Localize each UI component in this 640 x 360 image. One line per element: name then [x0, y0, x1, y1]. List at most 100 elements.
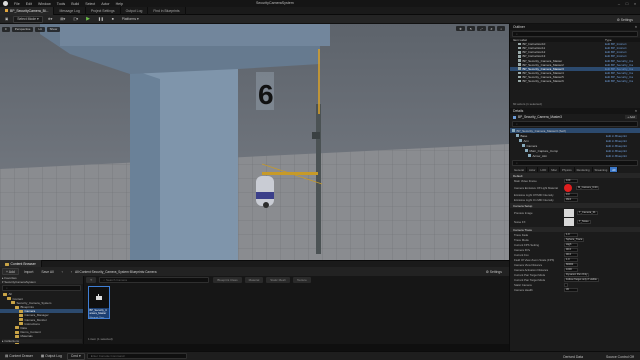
texture-thumbnail[interactable] — [564, 208, 574, 217]
edit-in-blueprint-link[interactable]: Edit in Blueprint — [606, 139, 627, 143]
edit-in-blueprint-link[interactable]: Edit in Blueprint — [606, 144, 627, 148]
menu-actor[interactable]: Actor — [101, 2, 109, 6]
components-search-input[interactable]: ⌕ — [512, 121, 638, 127]
lit-button[interactable]: Lit — [35, 26, 45, 32]
property-value-field[interactable]: M_Camera_Unlit — [576, 185, 600, 190]
property-value-field[interactable]: 90.0 — [564, 247, 578, 252]
category-tab[interactable]: Streaming — [593, 167, 611, 172]
show-button[interactable]: Show — [46, 26, 61, 32]
viewport-options-icon[interactable]: ≡ — [2, 26, 10, 32]
close-icon[interactable]: × — [631, 1, 639, 7]
project-root-header[interactable]: ▾ SecurityCameraSystem — [0, 280, 83, 285]
maximize-icon[interactable]: □ — [623, 1, 631, 7]
outliner-row-type[interactable]: Edit BP_Security_Ca — [605, 79, 633, 83]
breadcrumb-item[interactable]: Blueprints — [130, 270, 144, 274]
select-mode-dropdown[interactable]: Select Mode ▾ — [13, 15, 43, 23]
tab-level[interactable]: BP_SecurityCamera_Bl... — [0, 6, 55, 15]
property-value-field[interactable]: 100 — [564, 178, 578, 183]
property-value-field[interactable]: High — [564, 242, 578, 247]
property-value-field[interactable]: Follow Target only if visible — [564, 277, 599, 282]
save-all-button[interactable]: Save All — [38, 268, 56, 275]
tab-output-log[interactable]: Output Log — [121, 6, 149, 15]
rotate-icon[interactable]: ↻ — [466, 26, 476, 31]
category-tab[interactable]: LOD — [538, 167, 550, 172]
blueprint-icon[interactable]: ▤▾ — [57, 16, 68, 23]
breadcrumb-item[interactable]: Security_Camera_System — [92, 270, 129, 274]
filter-chip[interactable]: Static Mesh — [266, 277, 290, 283]
filter-chip[interactable]: Blueprint Class — [213, 277, 242, 283]
category-tab[interactable]: Rendering — [575, 167, 593, 172]
cinematics-icon[interactable]: ◫▾ — [70, 16, 81, 23]
filter-chip[interactable]: Material — [244, 277, 264, 283]
scale-icon[interactable]: ⤢ — [477, 26, 486, 31]
asset-tile[interactable]: BP_Security_Camera_Master Blueprint Clas… — [88, 286, 110, 319]
filter-chip[interactable]: Texture — [292, 277, 311, 283]
property-value-field[interactable]: 90.0 — [564, 252, 578, 257]
property-value-field[interactable]: Dynamic Pan Only — [564, 272, 590, 277]
add-actor-icon[interactable]: ⊕▾ — [45, 16, 56, 23]
outliner-row[interactable]: BP_Security_Camera_Master6 Edit BP_Securi… — [510, 79, 640, 83]
menu-window[interactable]: Window — [38, 2, 51, 6]
play-icon[interactable]: ▶ — [83, 16, 93, 23]
settings-button[interactable]: ⚙ Settings — [614, 16, 636, 23]
static-camera-checkbox[interactable] — [564, 282, 568, 287]
add-component-button[interactable]: + Add — [625, 115, 637, 119]
menu-file[interactable]: File — [14, 2, 20, 6]
component-row[interactable]: Arrow_Aim Edit in Blueprint — [510, 153, 640, 158]
nav-forward-icon[interactable]: › — [68, 268, 75, 275]
category-tab[interactable]: Misc — [549, 167, 560, 172]
menu-edit[interactable]: Edit — [26, 2, 32, 6]
property-value-field[interactable]: T_Noise — [577, 219, 591, 224]
tab-project-settings[interactable]: Project Settings — [86, 6, 121, 15]
edit-in-blueprint-link[interactable]: Edit in Blueprint — [606, 154, 627, 158]
property-value-field[interactable]: 99.0 — [564, 197, 578, 202]
derived-data-button[interactable]: Derived Data — [560, 353, 586, 360]
edit-in-blueprint-link[interactable]: Edit in Blueprint — [606, 134, 627, 138]
camera-speed-icon[interactable]: ⌖ — [497, 26, 505, 31]
actor-name-field[interactable]: BP_Security_Camera_Master3 — [518, 115, 562, 119]
property-value-field[interactable]: 0.0 — [564, 192, 578, 197]
property-value-field[interactable]: 1.0 — [564, 232, 578, 237]
color-swatch[interactable] — [564, 183, 572, 192]
cmd-dropdown[interactable]: Cmd ▾ — [66, 352, 85, 360]
stop-icon[interactable]: ■ — [109, 16, 117, 23]
asset-search-input[interactable]: ⌕ Search Camera — [99, 277, 210, 283]
property-value-field[interactable]: Sphere_Trace — [564, 237, 585, 242]
tab-find-in-blueprints[interactable]: Find in Blueprints — [148, 6, 186, 15]
pause-icon[interactable]: ❚❚ — [95, 16, 107, 23]
add-button[interactable]: + Add — [2, 268, 19, 275]
perspective-button[interactable]: Perspective — [11, 26, 34, 32]
category-tab[interactable]: Physics — [560, 167, 575, 172]
close-icon[interactable]: × — [635, 109, 637, 113]
source-control-button[interactable]: Source Control Off — [603, 353, 637, 360]
property-value-field[interactable]: 1.0 — [564, 257, 578, 262]
menu-tools[interactable]: Tools — [57, 2, 65, 6]
property-value-field[interactable]: 80000 — [564, 262, 578, 267]
property-value-field[interactable]: T_Camera_01 — [577, 210, 598, 215]
property-value-field[interactable]: 1000 — [564, 267, 578, 272]
menu-select[interactable]: Select — [85, 2, 95, 6]
translate-icon[interactable]: ✥ — [456, 26, 465, 31]
details-search-input[interactable]: ⌕ — [512, 160, 638, 166]
import-button[interactable]: Import — [21, 268, 37, 275]
category-tab[interactable]: All — [610, 167, 619, 172]
console-command-input[interactable]: Enter Console Command — [86, 353, 187, 359]
outliner-search-input[interactable]: ⌕ — [512, 31, 638, 37]
tab-message-log[interactable]: Message Log — [54, 6, 86, 15]
category-tab[interactable]: General — [512, 167, 527, 172]
edit-in-blueprint-link[interactable]: Edit in Blueprint — [606, 149, 627, 153]
platforms-button[interactable]: Platforms ▾ — [119, 16, 142, 23]
category-tab[interactable]: Actor — [527, 167, 539, 172]
nav-back-icon[interactable]: ‹ — [59, 268, 66, 275]
menu-build[interactable]: Build — [71, 2, 79, 6]
collections-header[interactable]: ▸ Collections — [2, 339, 82, 344]
minimize-icon[interactable]: – — [615, 1, 623, 7]
close-icon[interactable]: × — [635, 25, 637, 29]
level-viewport[interactable]: 6 ≡ Perspective Lit Show ✥ ↻ ⤢ # ⌖ — [0, 24, 509, 260]
property-value-field[interactable]: 30 — [564, 287, 578, 292]
content-drawer-button[interactable]: ▤ Content Drawer — [2, 353, 36, 360]
breadcrumb-item[interactable]: Content — [80, 270, 91, 274]
grid-snap-icon[interactable]: # — [487, 26, 496, 31]
folder-search-input[interactable]: ⌕ — [2, 285, 81, 292]
texture-thumbnail[interactable] — [564, 217, 574, 226]
